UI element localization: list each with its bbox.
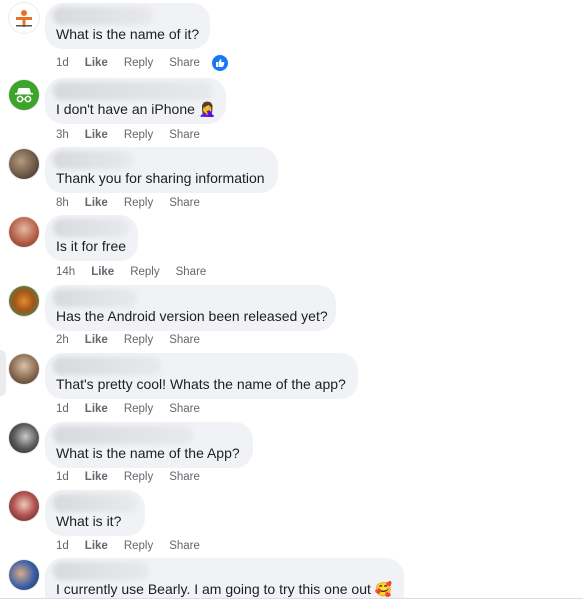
- comment-actions: 14h Like Reply Share: [56, 266, 222, 278]
- like-button[interactable]: Like: [85, 334, 108, 346]
- comment-text: What is the name of it?: [56, 26, 200, 42]
- comment-bubble[interactable]: I currently use Bearly. I am going to tr…: [45, 558, 404, 598]
- comment-actions: 1d Like Reply Share: [56, 540, 216, 552]
- comment-bubble[interactable]: Has the Android version been released ye…: [45, 285, 336, 331]
- reply-button[interactable]: Reply: [124, 197, 153, 209]
- comment-bubble[interactable]: That's pretty cool! Whats the name of th…: [45, 353, 358, 399]
- comment-text: Thank you for sharing information: [56, 170, 265, 186]
- share-button[interactable]: Share: [169, 334, 200, 346]
- divider: [0, 598, 583, 599]
- comment-time[interactable]: 8h: [56, 197, 69, 209]
- comment-time[interactable]: 14h: [56, 266, 75, 278]
- comment-time[interactable]: 2h: [56, 334, 69, 346]
- reply-button[interactable]: Reply: [124, 540, 153, 552]
- comment-actions: 1d Like Reply Share: [56, 403, 216, 415]
- logo-avatar-icon: [10, 4, 38, 32]
- comment-text: Is it for free: [56, 238, 127, 254]
- avatar[interactable]: [9, 149, 39, 179]
- comment-actions: 1d Like Reply Share: [56, 471, 216, 483]
- commenter-name-redacted: [53, 82, 213, 100]
- comment-bubble[interactable]: What is the name of the App?: [45, 422, 253, 468]
- comment-time[interactable]: 3h: [56, 129, 69, 141]
- like-button[interactable]: Like: [85, 57, 108, 69]
- comment-text: What is it?: [56, 513, 122, 529]
- comment-time[interactable]: 1d: [56, 403, 69, 415]
- comment-actions: 8h Like Reply Share: [56, 197, 216, 209]
- commenter-name-redacted: [53, 151, 133, 169]
- commenter-name-redacted: [53, 219, 129, 237]
- like-button[interactable]: Like: [85, 403, 108, 415]
- avatar[interactable]: [9, 354, 39, 384]
- share-button[interactable]: Share: [169, 197, 200, 209]
- reply-button[interactable]: Reply: [124, 471, 153, 483]
- commenter-name-redacted: [53, 357, 161, 375]
- comment-text: I currently use Bearly. I am going to tr…: [56, 581, 393, 597]
- reply-button[interactable]: Reply: [124, 403, 153, 415]
- reply-button[interactable]: Reply: [124, 129, 153, 141]
- avatar[interactable]: [9, 491, 39, 521]
- comment-bubble[interactable]: Is it for free: [45, 215, 138, 261]
- share-button[interactable]: Share: [169, 540, 200, 552]
- like-reaction-icon[interactable]: [211, 55, 228, 71]
- reply-button[interactable]: Reply: [124, 57, 153, 69]
- comment-actions: 1d Like Reply Share: [56, 55, 244, 71]
- like-button[interactable]: Like: [85, 129, 108, 141]
- commenter-name-redacted: [53, 426, 193, 444]
- comment-time[interactable]: 1d: [56, 57, 69, 69]
- comment-text: Has the Android version been released ye…: [56, 308, 328, 324]
- share-button[interactable]: Share: [169, 129, 200, 141]
- scrollbar-edge[interactable]: [0, 350, 6, 396]
- comment-time[interactable]: 1d: [56, 540, 69, 552]
- like-button[interactable]: Like: [85, 471, 108, 483]
- reply-button[interactable]: Reply: [130, 266, 159, 278]
- comment-bubble[interactable]: I don't have an iPhone 🤦‍♀️: [45, 78, 226, 124]
- comment-bubble[interactable]: What is it?: [45, 490, 145, 536]
- comment-time[interactable]: 1d: [56, 471, 69, 483]
- reply-button[interactable]: Reply: [124, 334, 153, 346]
- comment-actions: 3h Like Reply Share: [56, 129, 216, 141]
- avatar[interactable]: [9, 560, 39, 590]
- comment-text: I don't have an iPhone 🤦‍♀️: [56, 101, 217, 117]
- comment-text: That's pretty cool! Whats the name of th…: [56, 376, 346, 392]
- comment-text: What is the name of the App?: [56, 445, 240, 461]
- share-button[interactable]: Share: [176, 266, 207, 278]
- avatar[interactable]: [9, 423, 39, 453]
- comment-bubble[interactable]: What is the name of it?: [45, 3, 210, 49]
- commenter-name-redacted: [53, 7, 153, 25]
- like-button[interactable]: Like: [91, 266, 114, 278]
- commenter-name-redacted: [53, 289, 137, 307]
- like-button[interactable]: Like: [85, 540, 108, 552]
- share-button[interactable]: Share: [169, 403, 200, 415]
- avatar[interactable]: [9, 3, 39, 33]
- avatar[interactable]: [9, 217, 39, 247]
- share-button[interactable]: Share: [169, 471, 200, 483]
- commenter-name-redacted: [53, 562, 149, 580]
- avatar[interactable]: [9, 286, 39, 316]
- avatar[interactable]: [9, 80, 39, 110]
- share-button[interactable]: Share: [169, 57, 200, 69]
- incognito-avatar-icon: [9, 80, 39, 110]
- comment-actions: 2h Like Reply Share: [56, 334, 216, 346]
- comment-bubble[interactable]: Thank you for sharing information: [45, 147, 278, 193]
- commenter-name-redacted: [53, 494, 137, 512]
- like-button[interactable]: Like: [85, 197, 108, 209]
